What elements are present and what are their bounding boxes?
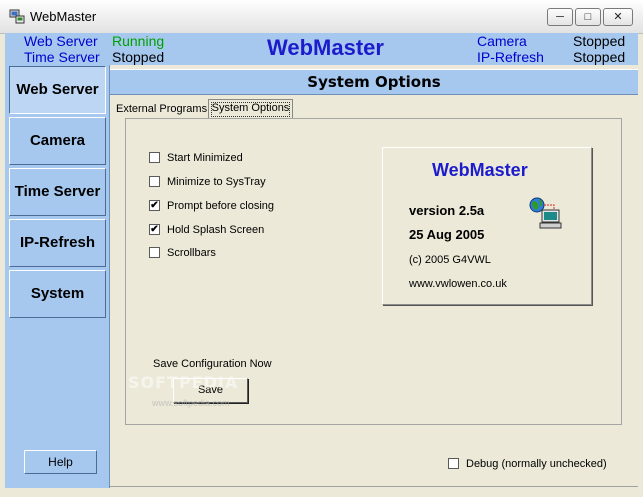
focus-rectangle — [211, 102, 290, 117]
ip-refresh-status-value: Stopped — [573, 49, 626, 65]
checkbox[interactable] — [149, 152, 160, 163]
close-button[interactable]: ✕ — [603, 8, 633, 26]
option-label: Prompt before closing — [167, 200, 274, 212]
checkbox[interactable] — [448, 458, 459, 469]
minimize-button[interactable]: ─ — [547, 8, 573, 26]
status-header: Web Server Time Server Running Stopped W… — [5, 33, 638, 65]
networked-computer-icon — [529, 197, 562, 229]
tab-system-options[interactable]: System Options — [208, 99, 293, 118]
checkbox[interactable] — [149, 247, 160, 258]
checkbox[interactable]: ✔ — [149, 224, 160, 235]
sidebar: Web Server Camera Time Server IP-Refresh… — [5, 65, 110, 488]
tab-external-programs[interactable]: External Programs — [116, 103, 207, 115]
camera-status-label: Camera — [477, 33, 527, 49]
debug-label: Debug (normally unchecked) — [466, 458, 607, 470]
option-label: Minimize to SysTray — [167, 176, 266, 188]
watermark-url: www.softpedia.com — [152, 398, 230, 408]
web-server-status-label: Web Server — [24, 33, 98, 49]
nav-camera[interactable]: Camera — [9, 117, 106, 165]
nav-ip-refresh[interactable]: IP-Refresh — [9, 219, 106, 267]
app-icon — [9, 9, 25, 24]
time-server-status-value: Stopped — [112, 49, 165, 65]
maximize-button[interactable]: □ — [575, 8, 601, 26]
ip-refresh-status-label: IP-Refresh — [477, 49, 544, 65]
app-heading: WebMaster — [267, 35, 384, 60]
window-title: WebMaster — [30, 9, 97, 24]
time-server-status-label: Time Server — [24, 49, 100, 65]
nav-web-server[interactable]: Web Server — [9, 66, 106, 114]
web-server-status-value: Running — [112, 33, 165, 49]
save-caption: Save Configuration Now — [153, 358, 272, 370]
option-label: Scrollbars — [167, 247, 216, 259]
section-title: System Options — [110, 69, 638, 95]
help-button[interactable]: Help — [24, 450, 97, 474]
option-label: Hold Splash Screen — [167, 224, 265, 236]
checkbox[interactable]: ✔ — [149, 200, 160, 211]
camera-status-value: Stopped — [573, 33, 626, 49]
about-version: version 2.5a — [409, 203, 485, 218]
option-label: Start Minimized — [167, 152, 243, 164]
watermark-logo: SOFTPEDIA — [128, 373, 239, 392]
about-copyright: (c) 2005 G4VWL — [409, 254, 491, 266]
about-title: WebMaster — [432, 160, 528, 180]
checkbox[interactable] — [149, 176, 160, 187]
about-date: 25 Aug 2005 — [409, 227, 485, 242]
nav-system[interactable]: System — [9, 270, 106, 318]
about-url: www.vwlowen.co.uk — [409, 278, 507, 290]
nav-time-server[interactable]: Time Server — [9, 168, 106, 216]
